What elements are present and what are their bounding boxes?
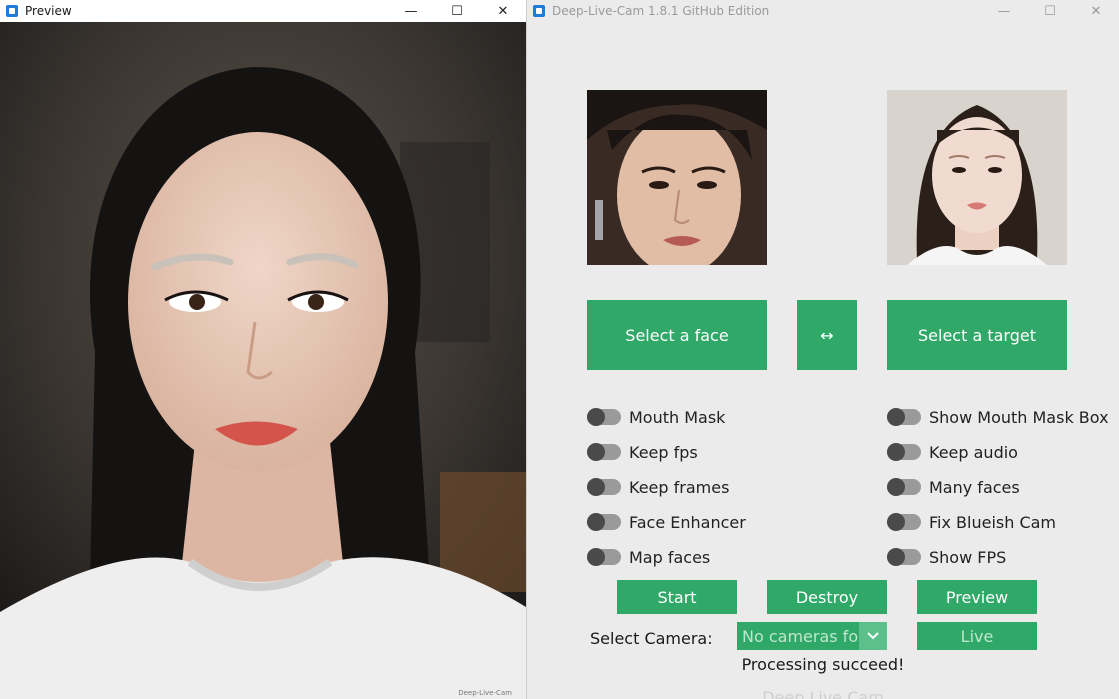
keep-audio-toggle[interactable]: Keep audio — [887, 442, 1018, 462]
camera-select[interactable]: No cameras found — [737, 622, 887, 650]
show-mouth-mask-box-toggle[interactable]: Show Mouth Mask Box — [887, 407, 1109, 427]
toggle-switch-icon[interactable] — [587, 548, 621, 566]
select-camera-label: Select Camera: — [590, 629, 713, 648]
toggle-switch-icon[interactable] — [887, 548, 921, 566]
app-icon — [6, 5, 18, 17]
main-window-title: Deep-Live-Cam 1.8.1 GitHub Edition — [552, 4, 770, 18]
source-face-thumbnail — [587, 90, 767, 265]
show-fps-toggle[interactable]: Show FPS — [887, 547, 1006, 567]
toggle-label: Fix Blueish Cam — [929, 512, 1057, 532]
select-face-button[interactable]: Select a face — [587, 300, 767, 370]
toggle-switch-icon[interactable] — [887, 443, 921, 461]
maximize-icon[interactable]: ☐ — [434, 0, 480, 22]
preview-watermark: Deep-Live-Cam — [458, 689, 512, 697]
swap-faces-button[interactable]: ↔ — [797, 300, 857, 370]
toggle-switch-icon[interactable] — [887, 478, 921, 496]
preview-window: Preview — ☐ ✕ Deep-Live-Cam — [0, 0, 527, 699]
minimize-icon[interactable]: — — [388, 0, 434, 22]
toggle-label: Keep audio — [929, 442, 1018, 462]
toggle-label: Map faces — [629, 547, 711, 567]
toggle-label: Show FPS — [929, 547, 1007, 567]
minimize-icon[interactable]: — — [981, 0, 1027, 22]
preview-image: Deep-Live-Cam — [0, 22, 526, 699]
source-face-image — [587, 90, 767, 265]
maximize-icon[interactable]: ☐ — [1027, 0, 1073, 22]
footer-link[interactable]: Deep Live Cam — [527, 688, 1119, 699]
keep-frames-toggle[interactable]: Keep frames — [587, 477, 729, 497]
main-window: Deep-Live-Cam 1.8.1 GitHub Edition — ☐ ✕ — [527, 0, 1119, 699]
mouth-mask-toggle[interactable]: Mouth Mask — [587, 407, 725, 427]
toggle-switch-icon[interactable] — [587, 443, 621, 461]
chevron-down-icon[interactable] — [859, 622, 887, 650]
preview-window-title: Preview — [25, 4, 72, 18]
preview-face-image — [0, 22, 526, 699]
toggle-switch-icon[interactable] — [587, 478, 621, 496]
face-enhancer-toggle[interactable]: Face Enhancer — [587, 512, 746, 532]
main-window-controls: — ☐ ✕ — [981, 0, 1119, 22]
toggle-label: Face Enhancer — [629, 512, 746, 532]
start-button[interactable]: Start — [617, 580, 737, 614]
preview-titlebar[interactable]: Preview — ☐ ✕ — [0, 0, 526, 22]
many-faces-toggle[interactable]: Many faces — [887, 477, 1020, 497]
toggle-label: Keep frames — [629, 477, 730, 497]
toggle-switch-icon[interactable] — [587, 513, 621, 531]
toggle-switch-icon[interactable] — [887, 513, 921, 531]
fix-blueish-cam-toggle[interactable]: Fix Blueish Cam — [887, 512, 1056, 532]
keep-fps-toggle[interactable]: Keep fps — [587, 442, 698, 462]
map-faces-toggle[interactable]: Map faces — [587, 547, 710, 567]
close-icon[interactable]: ✕ — [480, 0, 526, 22]
target-face-image — [887, 90, 1067, 265]
preview-window-controls: — ☐ ✕ — [388, 0, 526, 22]
toggle-label: Many faces — [929, 477, 1020, 497]
toggle-switch-icon[interactable] — [587, 408, 621, 426]
destroy-button[interactable]: Destroy — [767, 580, 887, 614]
close-icon[interactable]: ✕ — [1073, 0, 1119, 22]
app-icon — [533, 5, 545, 17]
toggle-switch-icon[interactable] — [887, 408, 921, 426]
main-titlebar[interactable]: Deep-Live-Cam 1.8.1 GitHub Edition — ☐ ✕ — [527, 0, 1119, 22]
toggle-label: Show Mouth Mask Box — [929, 407, 1109, 427]
live-button[interactable]: Live — [917, 622, 1037, 650]
toggle-label: Keep fps — [629, 442, 698, 462]
select-target-button[interactable]: Select a target — [887, 300, 1067, 370]
toggle-label: Mouth Mask — [629, 407, 726, 427]
status-text: Processing succeed! — [741, 655, 905, 674]
preview-button[interactable]: Preview — [917, 580, 1037, 614]
target-face-thumbnail — [887, 90, 1067, 265]
